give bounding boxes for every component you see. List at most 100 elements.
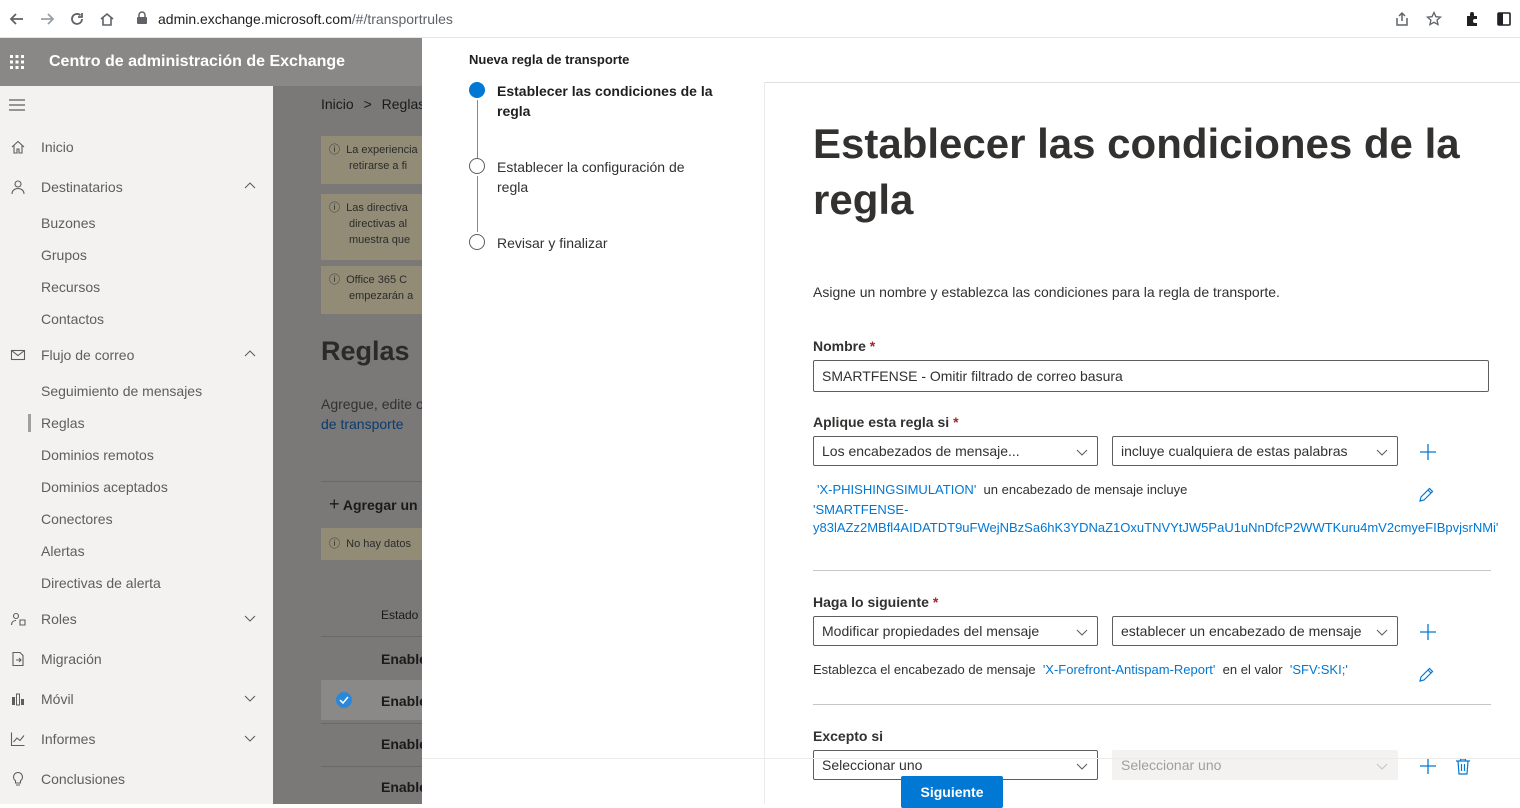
description-text: Agregue, edite o [321,396,422,412]
apply-label: Aplique esta regla si * [813,414,959,430]
star-icon[interactable] [1418,4,1450,34]
nav-sub-directivas-alerta[interactable]: Directivas de alerta [41,575,161,591]
nav-sub-contactos[interactable]: Contactos [41,311,104,327]
app-launcher-icon[interactable] [0,38,34,86]
next-button[interactable]: Siguiente [901,776,1003,808]
action-text: Establezca el encabezado de mensaje [813,662,1036,677]
nav-item-roles[interactable]: Roles [0,603,273,635]
condition-dropdown[interactable]: Los encabezados de mensaje... [813,436,1098,466]
message-text: empezarán a [349,290,414,302]
nav-item-migracion[interactable]: Migración [0,643,273,675]
dropdown-value: Seleccionar uno [1121,757,1222,773]
background-content: Inicio > Reglas ⓘ La experiencia retirar… [273,86,422,804]
nav-sub-reglas[interactable]: Reglas [41,415,85,431]
app-header: Centro de administración de Exchange [0,38,422,86]
table-row[interactable]: Enable [381,779,422,795]
mail-icon [8,345,28,365]
action-operator-dropdown[interactable]: establecer un encabezado de mensaje [1112,616,1398,646]
nav-label: Destinatarios [41,179,123,195]
url-path: /#/transportrules [351,11,453,27]
nav-item-movil[interactable]: Móvil [0,683,273,715]
browser-toolbar: admin.exchange.microsoft.com/#/transport… [0,0,1520,38]
action-header-link[interactable]: 'X-Forefront-Antispam-Report' [1043,662,1216,677]
home-browser-icon[interactable] [92,4,122,34]
panel-title: Nueva regla de transporte [469,52,630,67]
hamburger-icon[interactable] [8,98,26,117]
step-connector [477,100,478,158]
intro-text: Asigne un nombre y establezca las condic… [813,284,1280,300]
nav-item-destinatarios[interactable]: Destinatarios [0,171,273,203]
chevron-down-icon [1375,445,1389,462]
nav-sub-dominios-remotos[interactable]: Dominios remotos [41,447,154,463]
name-label: Nombre * [813,338,875,354]
condition-value-link[interactable]: y83lAZz2MBfl4AIDATDT9uFWejNBzSa6hK3YDNaZ… [813,520,1498,535]
nav-item-flujo-de-correo[interactable]: Flujo de correo [0,339,273,371]
action-value-link[interactable]: 'SFV:SKI;' [1290,662,1348,677]
add-condition-plus-icon[interactable] [1418,442,1438,462]
step-label: Establecer la configuración de regla [497,159,685,195]
name-input[interactable]: SMARTFENSE - Omitir filtrado de correo b… [813,360,1489,392]
footer-divider [422,758,1520,759]
back-icon[interactable] [2,4,32,34]
do-label: Haga lo siguiente * [813,594,938,610]
delete-trash-icon[interactable] [1453,756,1473,776]
exception-operator-dropdown: Seleccionar uno [1112,750,1398,780]
nav-sub-dominios-aceptados[interactable]: Dominios aceptados [41,479,168,495]
action-dropdown[interactable]: Modificar propiedades del mensaje [813,616,1098,646]
edit-pencil-icon[interactable] [1417,486,1435,509]
add-rule-button[interactable]: + Agregar un [329,494,418,515]
edit-pencil-icon[interactable] [1417,666,1435,689]
description-link[interactable]: de transporte [321,416,404,432]
add-action-plus-icon[interactable] [1418,622,1438,642]
column-header-status[interactable]: Estado [381,608,418,622]
table-row[interactable]: Enable [381,693,422,709]
nav-sub-recursos[interactable]: Recursos [41,279,100,295]
chevron-down-icon [1375,759,1389,776]
message-bar: ⓘ Office 365 C empezarán a [321,266,422,314]
reload-icon[interactable] [62,4,92,34]
message-text: Las directiva [346,202,408,214]
sidepanel-icon[interactable] [1488,4,1520,34]
except-label: Excepto si [813,728,883,744]
chevron-down-icon [243,691,257,708]
address-bar[interactable]: admin.exchange.microsoft.com/#/transport… [136,5,1520,33]
table-row[interactable]: Enable [381,736,422,752]
forward-icon[interactable] [32,4,62,34]
person-icon [8,177,28,197]
label-text: Haga lo siguiente [813,594,929,610]
dropdown-value: incluye cualquiera de estas palabras [1121,443,1348,459]
action-summary: Establezca el encabezado de mensaje 'X-F… [813,661,1348,679]
share-icon[interactable] [1386,4,1418,34]
section-divider [813,704,1491,705]
url-host: admin.exchange.microsoft.com [158,11,352,27]
nav-sub-conectores[interactable]: Conectores [41,511,113,527]
action-text: en el valor [1222,662,1283,677]
nav-label: Inicio [41,139,74,155]
condition-value-link[interactable]: 'SMARTFENSE- [813,502,908,517]
nav-sub-seguimiento[interactable]: Seguimiento de mensajes [41,383,202,399]
app-title: Centro de administración de Exchange [49,53,346,70]
nav-sub-alertas[interactable]: Alertas [41,543,85,559]
required-mark: * [953,414,959,430]
add-exception-plus-icon[interactable] [1418,756,1438,776]
active-indicator [28,414,31,432]
nav-sub-grupos[interactable]: Grupos [41,247,87,263]
condition-operator-dropdown[interactable]: incluye cualquiera de estas palabras [1112,436,1398,466]
nav-item-inicio[interactable]: Inicio [0,131,273,163]
dropdown-value: Modificar propiedades del mensaje [822,623,1040,639]
nav-item-conclusiones[interactable]: Conclusiones [0,763,273,795]
label-text: Excepto si [813,728,884,744]
checkmark-icon[interactable] [336,692,352,708]
extensions-icon[interactable] [1456,4,1488,34]
table-row[interactable]: Enable [381,651,422,667]
condition-header-link[interactable]: 'X-PHISHINGSIMULATION' [817,482,976,497]
divider [764,82,765,804]
required-mark: * [869,338,876,354]
dropdown-value: Seleccionar uno [822,757,923,773]
condition-text: un encabezado de mensaje incluye [983,482,1188,497]
nav-sub-buzones[interactable]: Buzones [41,215,95,231]
chevron-down-icon [1075,625,1089,642]
nav-item-informes[interactable]: Informes [0,723,273,755]
step-connector [477,176,478,232]
breadcrumb-home[interactable]: Inicio [321,96,354,112]
